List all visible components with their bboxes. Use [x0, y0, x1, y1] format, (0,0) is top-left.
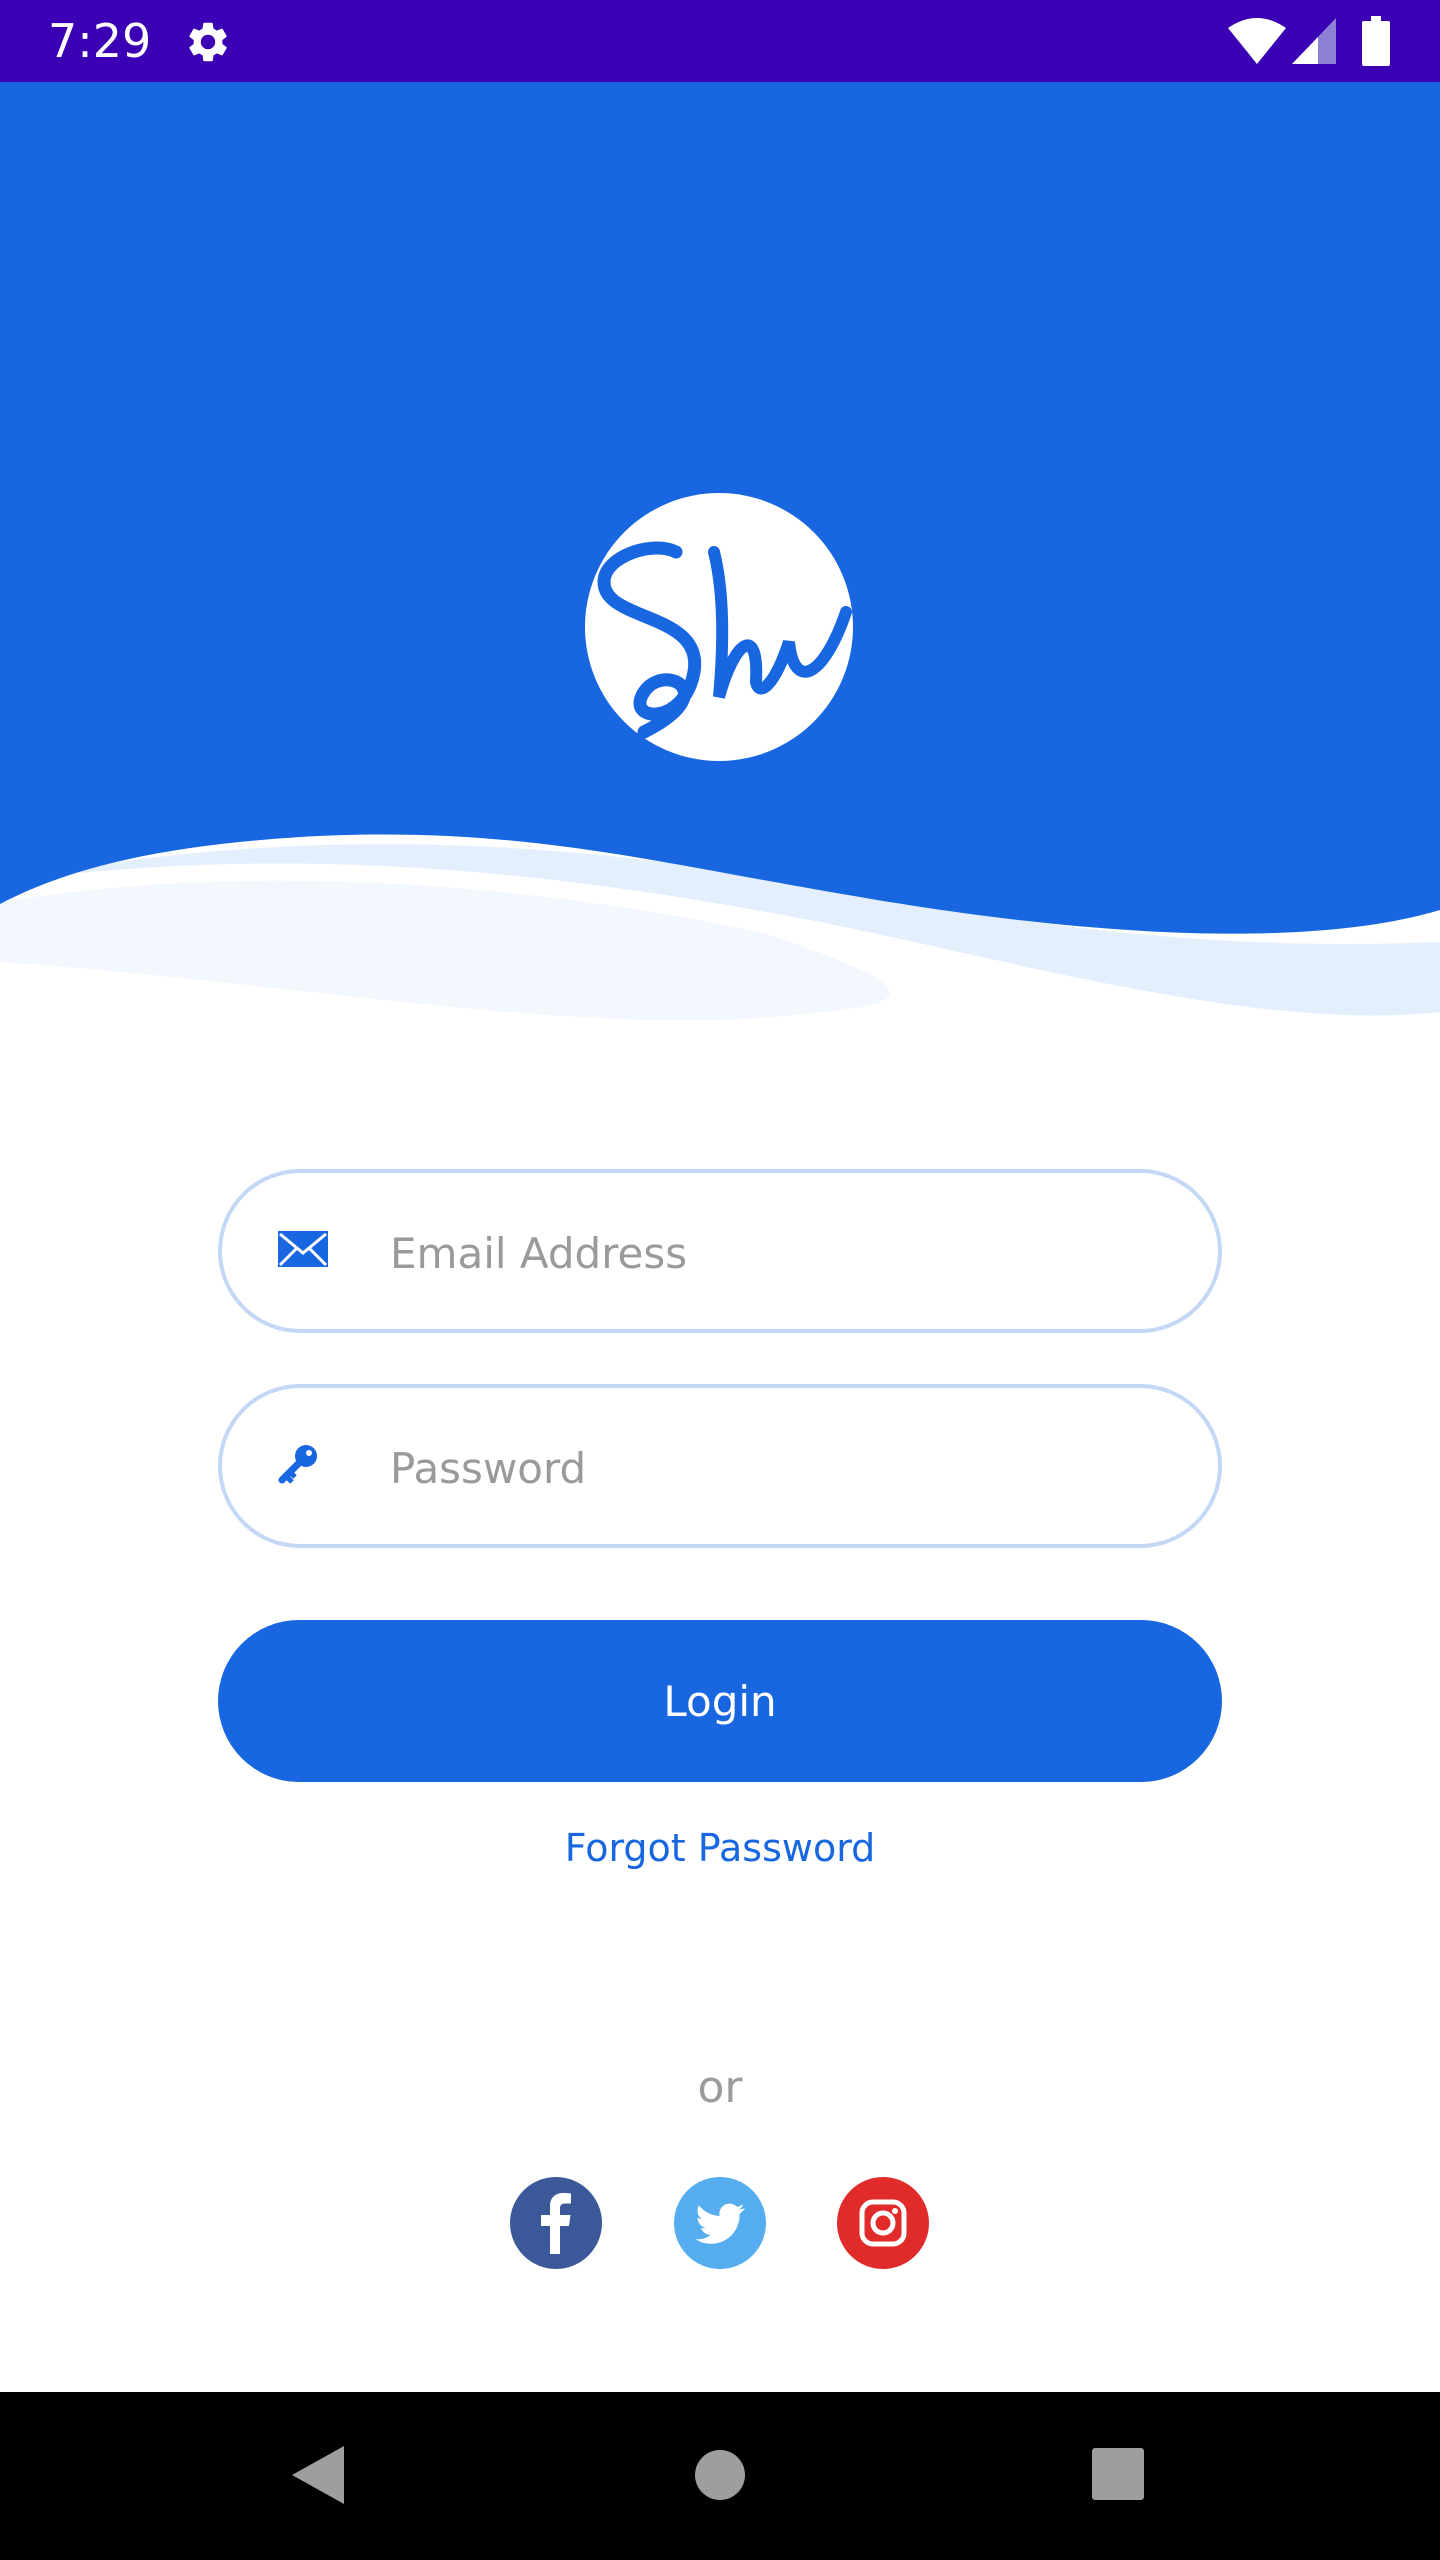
password-input[interactable] — [388, 1408, 1182, 1528]
battery-icon — [1362, 16, 1390, 66]
key-icon — [276, 1442, 320, 1490]
app-logo — [584, 492, 854, 762]
status-time: 7:29 — [48, 14, 152, 68]
home-icon[interactable] — [695, 2450, 745, 2500]
navigation-bar — [0, 2392, 1440, 2560]
envelope-icon — [276, 1229, 330, 1273]
login-button[interactable]: Login — [218, 1620, 1222, 1782]
back-icon[interactable] — [290, 2444, 346, 2506]
email-input[interactable] — [388, 1193, 1182, 1313]
password-field[interactable] — [218, 1384, 1222, 1548]
email-field[interactable] — [218, 1169, 1222, 1333]
wifi-icon — [1228, 18, 1286, 64]
gear-icon — [184, 18, 232, 66]
signal-icon — [1292, 18, 1336, 64]
instagram-icon — [837, 2177, 929, 2269]
or-divider: or — [697, 2062, 743, 2113]
twitter-icon — [674, 2177, 766, 2269]
status-bar: 7:29 — [0, 0, 1440, 82]
instagram-login-button[interactable] — [836, 2176, 930, 2270]
twitter-login-button[interactable] — [673, 2176, 767, 2270]
facebook-icon — [510, 2177, 602, 2269]
facebook-login-button[interactable] — [509, 2176, 603, 2270]
hero-banner — [0, 82, 1440, 1042]
forgot-password-link[interactable]: Forgot Password — [0, 1826, 1440, 1870]
recents-icon[interactable] — [1092, 2448, 1144, 2500]
